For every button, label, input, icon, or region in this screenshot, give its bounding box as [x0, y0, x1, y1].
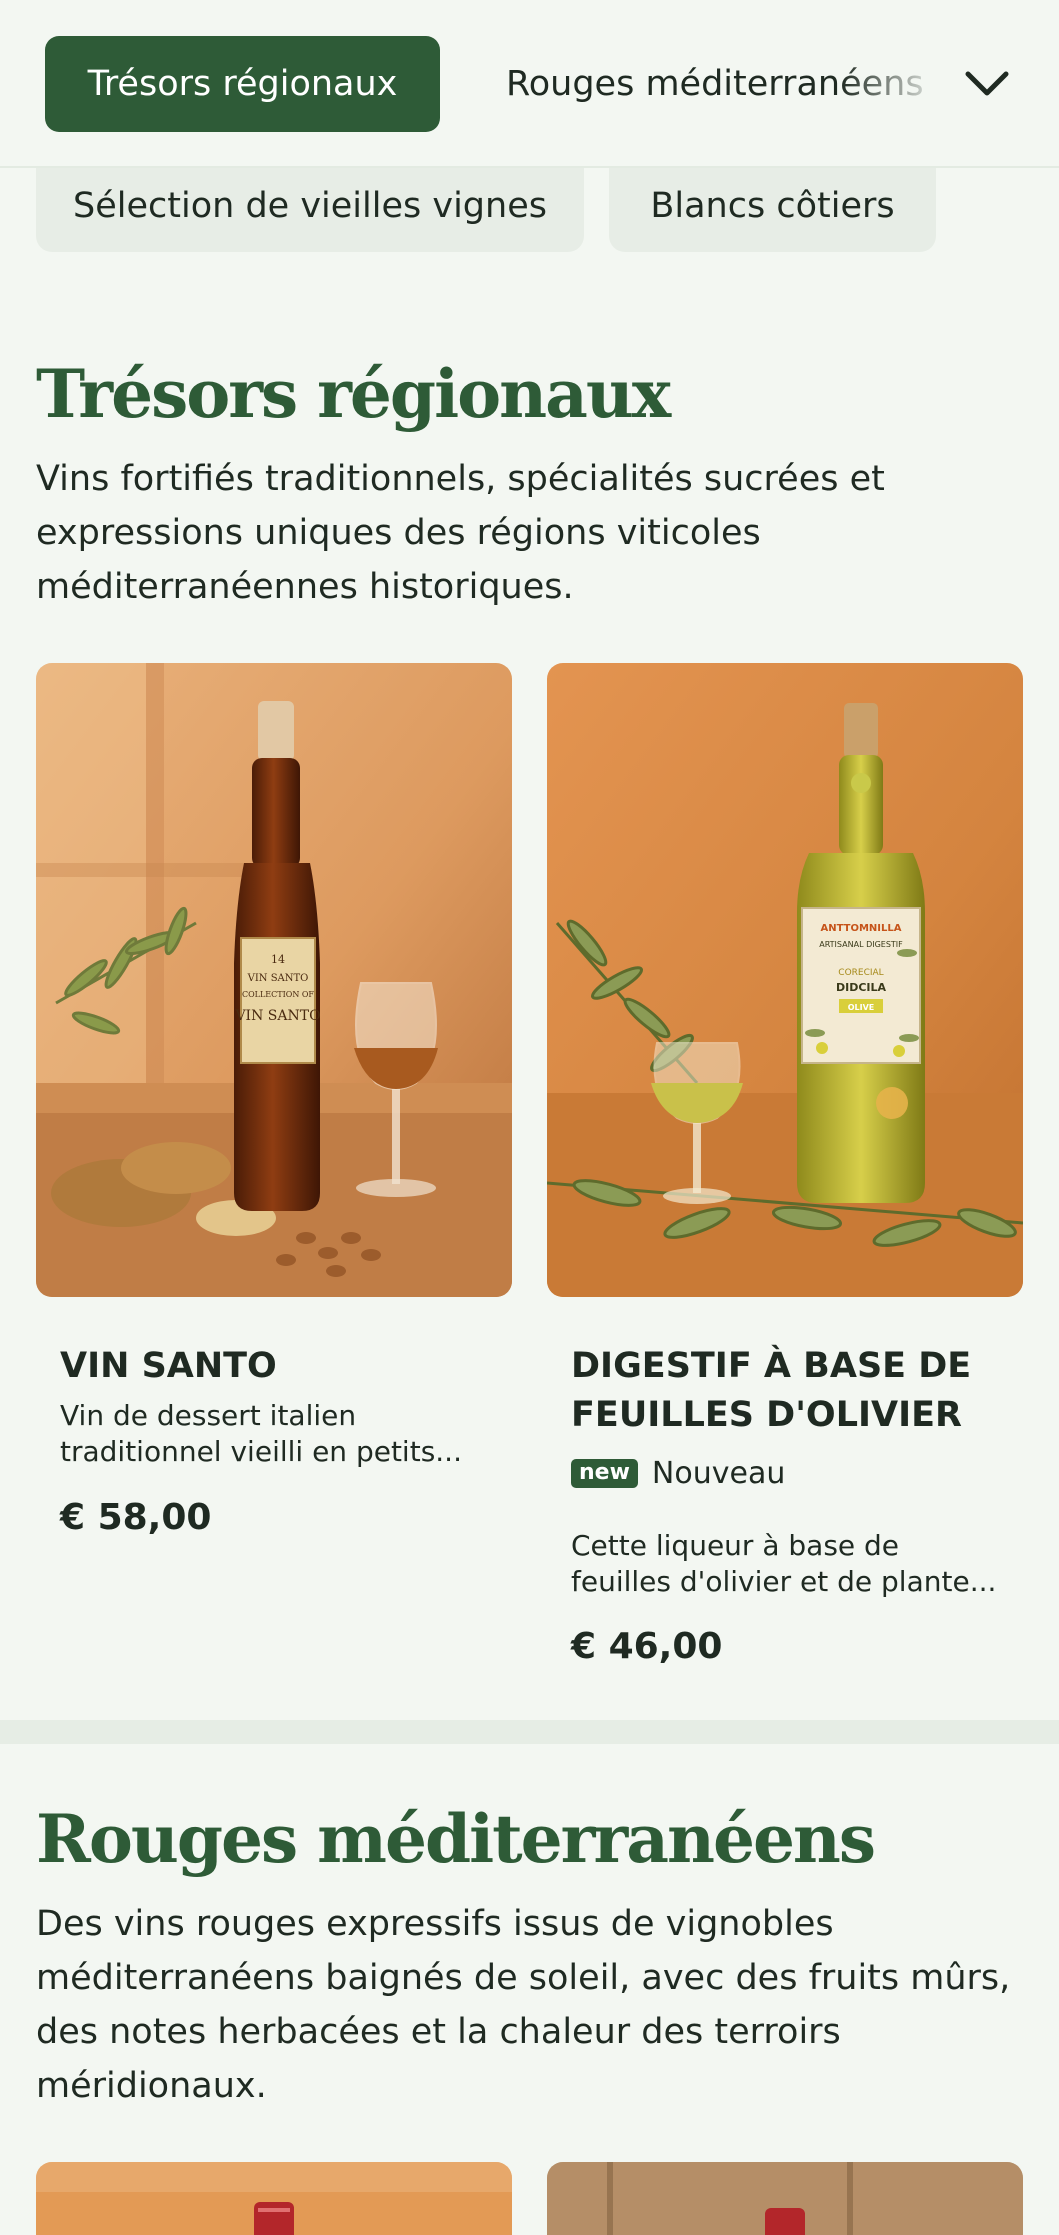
product-image-olive-digestif[interactable]: ANTTOMNILLA ARTISANAL DIGESTIF CORECIAL …	[547, 663, 1023, 1297]
product-image[interactable]	[36, 2162, 512, 2235]
bottle-label-line: 14	[271, 953, 285, 966]
bottle-label-line: VIN SANTO	[234, 1008, 320, 1024]
category-nav: Trésors régionaux Rouges méditerranéens	[0, 0, 1059, 168]
product-image[interactable]	[547, 2162, 1023, 2235]
bottle-label-line: ARTISANAL DIGESTIF	[819, 940, 903, 949]
new-badge-row: new Nouveau	[571, 1456, 785, 1491]
chevron-down-icon[interactable]	[960, 60, 1014, 108]
category-pill-coastal-whites[interactable]: Blancs côtiers	[609, 160, 936, 252]
bottle-label-line: CORECIAL	[838, 968, 883, 978]
new-badge: new	[571, 1459, 638, 1488]
bottle-label-line: OLIVE	[848, 1003, 875, 1012]
product-name[interactable]: VIN SANTO	[60, 1342, 500, 1391]
section-divider	[0, 1720, 1059, 1744]
section-title: Trésors régionaux	[36, 355, 671, 433]
category-nav-secondary: Sélection de vieilles vignes Blancs côti…	[0, 160, 1059, 260]
category-pill-active[interactable]: Trésors régionaux	[45, 36, 440, 132]
product-price: € 58,00	[60, 1497, 212, 1538]
bottle-label-line: ANTTOMNILLA	[820, 923, 901, 934]
category-pill-next[interactable]: Rouges méditerranéens	[474, 36, 944, 132]
product-description: Vin de dessert italien traditionnel viei…	[60, 1399, 462, 1468]
bottle-label-line: VIN SANTO	[247, 973, 309, 984]
bottle-label-line: COLLECTION OF	[242, 990, 314, 999]
product-name[interactable]: DIGESTIF À BASE DE FEUILLES D'OLIVIER	[571, 1342, 1011, 1440]
product-price: € 46,00	[571, 1626, 723, 1667]
section-description: Des vins rouges expressifs issus de vign…	[36, 1904, 1011, 2106]
product-description: Cette liqueur à base de feuilles d'olivi…	[571, 1529, 997, 1598]
product-image-vin-santo[interactable]: 14 VIN SANTO COLLECTION OF VIN SANTO	[36, 663, 512, 1297]
category-pill-old-vines[interactable]: Sélection de vieilles vignes	[36, 160, 584, 252]
section-description: Vins fortifiés traditionnels, spécialité…	[36, 459, 885, 607]
bottle-label-line: DIDCILA	[836, 981, 887, 994]
section-title: Rouges méditerranéens	[36, 1800, 876, 1878]
new-badge-label: Nouveau	[651, 1456, 786, 1491]
